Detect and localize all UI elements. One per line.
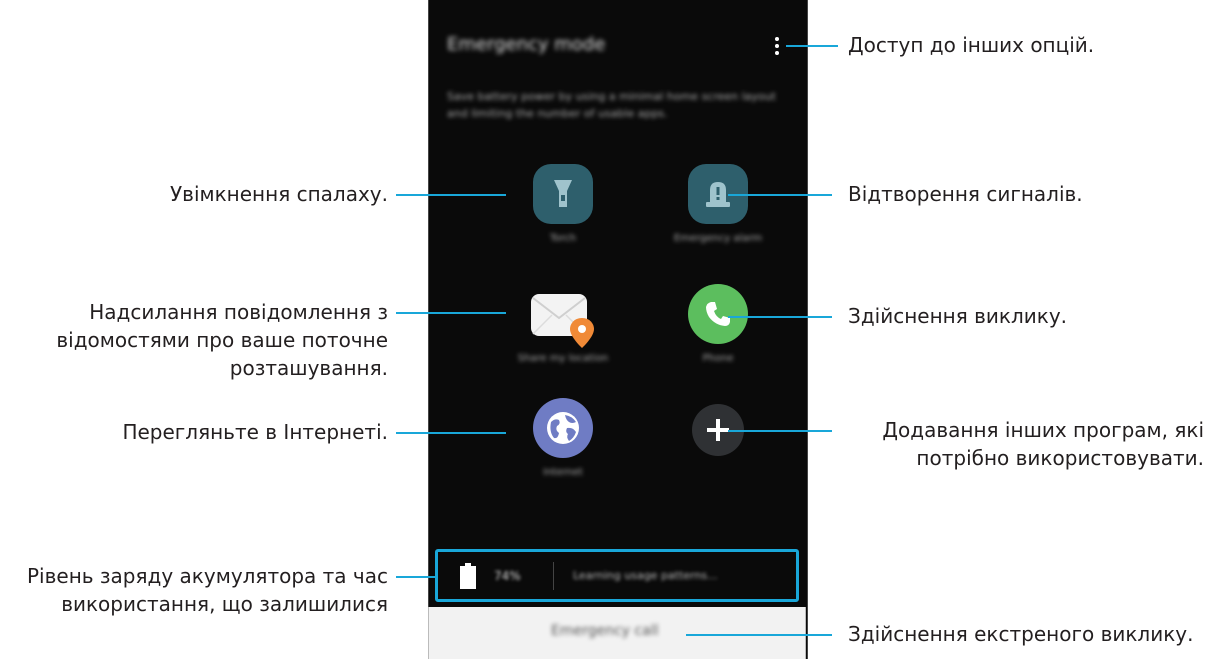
callout-line: [396, 576, 435, 578]
callout-add-line: потрібно використовувати.: [916, 446, 1204, 470]
flashlight-icon: [533, 164, 593, 224]
callout-line: [686, 634, 832, 636]
callout-battery-line: використання, що залишилися: [61, 592, 388, 616]
callout-flashlight: Увімкнення спалаху.: [170, 180, 388, 208]
callout-location: Надсилання повідомлення з відомостями пр…: [56, 298, 388, 382]
phone-app[interactable]: Phone: [668, 284, 768, 365]
callout-line: [396, 432, 506, 434]
more-dot-icon: [775, 51, 779, 55]
callout-alarm: Відтворення сигналів.: [848, 182, 1083, 206]
phone-label: Phone: [702, 353, 734, 364]
more-dot-icon: [775, 44, 779, 48]
emergency-alarm-label: Emergency alarm: [673, 233, 763, 244]
more-options-button[interactable]: [767, 34, 787, 58]
callout-line: [396, 194, 506, 196]
internet-app[interactable]: Internet: [513, 398, 613, 479]
battery-icon: [460, 563, 476, 589]
callout-battery: Рівень заряду акумулятора та час викорис…: [27, 562, 388, 618]
globe-icon: [533, 398, 593, 458]
screen-title: Emergency mode: [447, 34, 606, 55]
callout-line: [728, 194, 832, 196]
callout-line: [728, 316, 832, 318]
add-app-button[interactable]: [668, 400, 768, 464]
envelope-location-icon: [531, 294, 594, 348]
callout-add-apps: Додавання інших програм, які потрібно ви…: [848, 416, 1204, 472]
callout-location-line: розташування.: [229, 356, 388, 380]
callout-call: Здійснення виклику.: [848, 304, 1068, 328]
battery-status-bar: 74% Learning usage patterns...: [435, 549, 799, 602]
torch-label: Torch: [549, 233, 577, 244]
callout-add-line: Додавання інших програм, які: [882, 418, 1204, 442]
more-dot-icon: [775, 37, 779, 41]
callout-internet: Перегляньте в Інтернеті.: [122, 418, 388, 446]
callout-flashlight-text: Увімкнення спалаху.: [169, 182, 388, 206]
emergency-alarm-app[interactable]: Emergency alarm: [668, 164, 768, 245]
share-location-app[interactable]: Share my location: [513, 284, 613, 365]
callout-location-line: Надсилання повідомлення з: [89, 300, 388, 324]
callout-more-options: Доступ до інших опцій.: [848, 33, 1095, 57]
torch-app[interactable]: Torch: [513, 164, 613, 245]
emergency-call-button[interactable]: Emergency call: [428, 607, 806, 659]
phone-icon: [688, 284, 748, 344]
share-location-label: Share my location: [517, 353, 609, 364]
callout-line: [786, 45, 838, 47]
callout-emergency-call: Здійснення екстреного виклику.: [848, 622, 1194, 646]
internet-label: Internet: [543, 467, 583, 478]
callout-line: [396, 312, 506, 314]
screen-description: Save battery power by using a minimal ho…: [447, 90, 776, 120]
emergency-call-label: Emergency call: [551, 623, 659, 639]
callout-battery-line: Рівень заряду акумулятора та час: [26, 564, 388, 588]
callout-location-line: відомостями про ваше поточне: [56, 328, 388, 352]
battery-usage-text: Learning usage patterns...: [573, 569, 718, 582]
divider: [553, 562, 554, 590]
battery-percent: 74%: [494, 569, 521, 583]
callout-line: [728, 430, 832, 432]
callout-internet-text: Перегляньте в Інтернеті.: [122, 420, 388, 444]
